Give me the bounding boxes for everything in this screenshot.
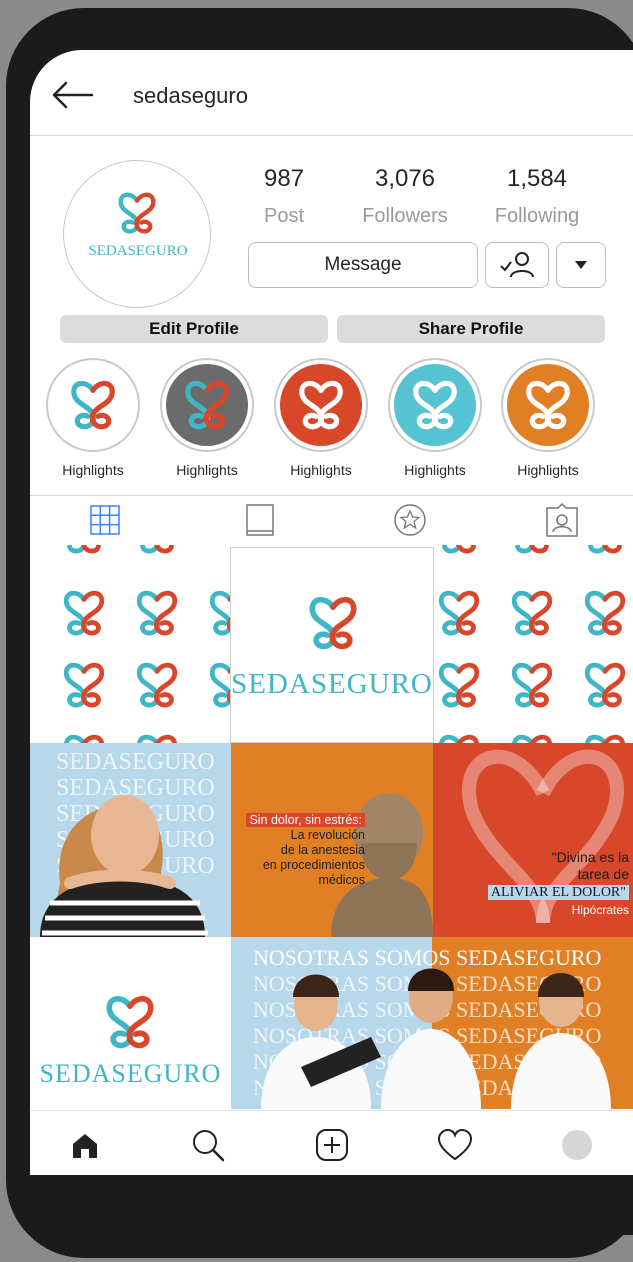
highlight-label: Highlights <box>404 462 466 478</box>
caption-line: en procedimientos <box>262 858 365 872</box>
section-divider <box>30 495 633 496</box>
avatar-brand-text: SEDASEGURO <box>88 243 187 259</box>
following-label: Following <box>494 205 580 227</box>
highlight-3[interactable]: Highlights <box>269 358 373 478</box>
edit-profile-button[interactable]: Edit Profile <box>60 315 328 343</box>
anesthesia-caption: Sin dolor, sin estrés: La revolución de … <box>246 813 365 888</box>
bottom-navigation <box>30 1110 633 1175</box>
add-post-nav[interactable] <box>312 1125 352 1165</box>
saved-icon <box>394 504 426 536</box>
share-profile-button[interactable]: Share Profile <box>337 315 605 343</box>
brand-text: SEDASEGURO <box>39 1059 222 1088</box>
more-options-button[interactable] <box>556 242 606 288</box>
message-button[interactable]: Message <box>248 242 478 288</box>
following-stat[interactable]: 1,584 Following <box>467 165 607 228</box>
highlight-4[interactable]: Highlights <box>383 358 487 478</box>
search-icon <box>193 1130 225 1162</box>
heart-icon <box>437 1129 473 1161</box>
tagged-icon <box>546 502 578 537</box>
phone-chin <box>30 1175 633 1235</box>
chevron-down-icon <box>575 261 587 269</box>
team-post[interactable]: NOSOTRAS SOMOS SEDASEGURO NOSOTRAS SOMOS… <box>231 937 633 1109</box>
reels-icon <box>246 504 274 536</box>
highlight-label: Highlights <box>176 462 238 478</box>
woman-relaxed-post[interactable]: SEDASEGURO SEDASEGURO SEDASEGURO SEDASEG… <box>30 743 231 937</box>
profile-nav[interactable] <box>557 1125 597 1165</box>
followers-stat[interactable]: 3,076 Followers <box>335 165 475 228</box>
grid-tab[interactable] <box>80 500 130 540</box>
tagged-tab[interactable] <box>537 500 587 540</box>
followers-label: Followers <box>362 205 448 227</box>
caption-line: La revolución <box>290 828 365 842</box>
quote-highlight: ALIVIAR EL DOLOR" <box>487 885 629 900</box>
profile-avatar[interactable]: SEDASEGURO <box>63 160 211 308</box>
quote-line: tarea de <box>577 866 629 882</box>
quote-caption: "Divina es la tarea de ALIVIAR EL DOLOR"… <box>487 849 629 919</box>
highlight-label: Highlights <box>290 462 352 478</box>
profile-icon <box>562 1130 592 1160</box>
anesthesia-post[interactable]: Sin dolor, sin estrés: La revolución de … <box>231 743 433 937</box>
followers-count: 3,076 <box>374 165 436 192</box>
brand-text: SEDASEGURO <box>231 668 433 700</box>
reels-tab[interactable] <box>235 500 285 540</box>
search-nav[interactable] <box>188 1125 228 1165</box>
posts-count: 987 <box>263 165 305 192</box>
home-nav[interactable] <box>65 1125 105 1165</box>
follow-status-button[interactable] <box>485 242 549 288</box>
woman-photo <box>40 795 208 937</box>
home-icon <box>73 1134 97 1158</box>
instagram-profile-screen: sedaseguro SEDASEGURO 987 Post 3,076 Fol… <box>30 50 633 1175</box>
highlight-2[interactable]: Highlights <box>155 358 259 478</box>
posts-label: Post <box>263 205 305 227</box>
following-count: 1,584 <box>506 165 568 192</box>
doctors-photo <box>261 968 611 1109</box>
brand-post[interactable]: SEDASEGURO <box>30 937 231 1109</box>
grid-icon <box>90 505 120 535</box>
user-check-icon <box>500 252 534 278</box>
posts-grid: SEDASEGURO SEDASEGURO SEDASEGURO SEDASEG… <box>30 545 633 1109</box>
posts-stat[interactable]: 987 Post <box>214 165 354 228</box>
activity-nav[interactable] <box>435 1125 475 1165</box>
highlight-label: Highlights <box>517 462 579 478</box>
caption-line: médicos <box>318 873 365 887</box>
quote-line: "Divina es la <box>551 849 629 865</box>
back-arrow-icon[interactable] <box>50 80 94 110</box>
highlight-5[interactable]: Highlights <box>496 358 600 478</box>
quote-post[interactable]: "Divina es la tarea de ALIVIAR EL DOLOR"… <box>433 743 633 937</box>
top-bar: sedaseguro <box>30 50 633 136</box>
add-icon <box>316 1129 348 1161</box>
caption-line: de la anestesia <box>280 843 365 857</box>
profile-username: sedaseguro <box>133 83 248 108</box>
quote-author: Hipócrates <box>571 903 629 917</box>
saved-tab[interactable] <box>385 500 435 540</box>
brand-post-center[interactable]: SEDASEGURO <box>230 547 434 743</box>
highlight-1[interactable]: Highlights <box>41 358 145 478</box>
caption-headline: Sin dolor, sin estrés: <box>246 813 365 827</box>
highlight-label: Highlights <box>62 462 124 478</box>
